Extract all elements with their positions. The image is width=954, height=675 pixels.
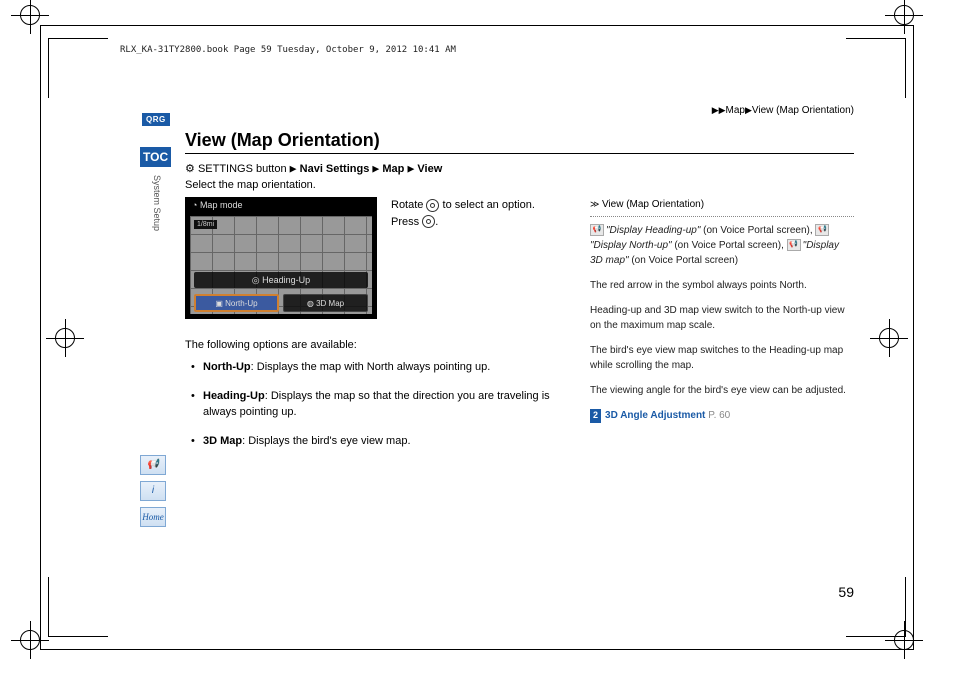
link-page: P. 60	[708, 410, 730, 421]
map-mode-screenshot: Map mode 1/8mi Heading-Up ▣ North-Up ◍ 3…	[185, 197, 377, 319]
main-content: View (Map Orientation) ⚙ SETTINGS button…	[185, 130, 854, 605]
screenshot-titlebar: Map mode	[186, 198, 376, 218]
options-list: North-Up: Displays the map with North al…	[185, 359, 570, 449]
voice-icon: 📢	[815, 224, 829, 236]
page-number: 59	[838, 584, 854, 600]
breadcrumb-section: Map	[726, 105, 745, 116]
crop-line-tl	[48, 38, 108, 98]
info-icon[interactable]: i	[140, 481, 166, 501]
path-arrow-icon: ▶	[372, 164, 379, 174]
registration-mark-left	[55, 328, 75, 348]
aside-note: The bird's eye view map switches to the …	[590, 343, 854, 373]
breadcrumb-arrow-icon: ▶	[745, 105, 752, 115]
option-name: North-Up	[203, 361, 251, 373]
screenshot-options-row: ▣ North-Up ◍ 3D Map	[194, 294, 368, 312]
voice-commands-paragraph: 📢"Display Heading-up" (on Voice Portal s…	[590, 223, 854, 268]
link-label: 3D Angle Adjustment	[605, 410, 705, 421]
aside-column: View (Map Orientation) 📢"Display Heading…	[590, 197, 854, 461]
divider	[590, 216, 854, 217]
crop-line-bl	[48, 577, 108, 637]
screenshot-heading-option: Heading-Up	[194, 272, 368, 288]
voice-icon: 📢	[590, 224, 604, 236]
screenshot-option-north-up: ▣ North-Up	[194, 294, 279, 312]
qrg-badge[interactable]: QRG	[142, 113, 170, 126]
section-side-label: System Setup	[152, 175, 162, 231]
menu-path-prefix: SETTINGS button	[198, 163, 287, 175]
breadcrumb-arrow-icon: ▶▶	[712, 105, 726, 115]
crop-line-tr	[846, 38, 906, 98]
voice-icon: 📢	[787, 239, 801, 251]
home-icon[interactable]: Home	[140, 507, 166, 527]
screenshot-scale: 1/8mi	[194, 220, 217, 229]
menu-path-item: Navi Settings	[300, 163, 370, 175]
rotate-dial-icon	[426, 199, 439, 212]
cross-reference-link[interactable]: 2 3D Angle Adjustment P. 60	[590, 408, 854, 423]
menu-path: ⚙ SETTINGS button ▶ Navi Settings ▶ Map …	[185, 162, 854, 175]
voice-icon[interactable]: 📢	[140, 455, 166, 475]
instruction-rotate-after: to select an option.	[443, 199, 535, 211]
aside-note: The viewing angle for the bird's eye vie…	[590, 383, 854, 398]
registration-mark-right	[879, 328, 899, 348]
following-text: The following options are available:	[185, 339, 570, 351]
link-icon: 2	[590, 409, 601, 423]
aside-note: Heading-up and 3D map view switch to the…	[590, 303, 854, 333]
settings-button-icon: ⚙	[185, 163, 195, 175]
aside-header: View (Map Orientation)	[590, 197, 854, 212]
menu-path-item: Map	[382, 163, 404, 175]
press-dial-icon	[422, 215, 435, 228]
instruction-text: Rotate to select an option. Press .	[391, 197, 535, 329]
voice-command: "Display Heading-up"	[606, 225, 700, 236]
screenshot-option-3d-map: ◍ 3D Map	[283, 294, 368, 312]
voice-context: (on Voice Portal screen),	[672, 240, 787, 251]
toc-badge[interactable]: TOC	[140, 147, 171, 167]
list-item: Heading-Up: Displays the map so that the…	[195, 388, 570, 421]
option-name: 3D Map	[203, 435, 242, 447]
breadcrumb: ▶▶Map▶View (Map Orientation)	[712, 105, 854, 116]
sidebar-icon-group: 📢 i Home	[140, 455, 166, 527]
option-desc: : Displays the map with North always poi…	[251, 361, 491, 373]
menu-path-item: View	[417, 163, 442, 175]
instruction-rotate: Rotate	[391, 199, 423, 211]
breadcrumb-page: View (Map Orientation)	[752, 105, 854, 116]
path-arrow-icon: ▶	[407, 164, 414, 174]
print-header-meta: RLX_KA-31TY2800.book Page 59 Tuesday, Oc…	[120, 45, 456, 55]
voice-context: (on Voice Portal screen),	[700, 225, 815, 236]
crop-line-br	[846, 577, 906, 637]
list-item: North-Up: Displays the map with North al…	[195, 359, 570, 376]
path-arrow-icon: ▶	[290, 164, 297, 174]
aside-note: The red arrow in the symbol always point…	[590, 278, 854, 293]
lead-text: Select the map orientation.	[185, 179, 854, 191]
voice-command: "Display North-up"	[590, 240, 672, 251]
list-item: 3D Map: Displays the bird's eye view map…	[195, 433, 570, 450]
page-title: View (Map Orientation)	[185, 130, 854, 154]
instruction-press-after: .	[435, 216, 438, 228]
instruction-press: Press	[391, 216, 419, 228]
voice-context: (on Voice Portal screen)	[629, 255, 739, 266]
option-desc: : Displays the bird's eye view map.	[242, 435, 410, 447]
option-name: Heading-Up	[203, 390, 265, 402]
